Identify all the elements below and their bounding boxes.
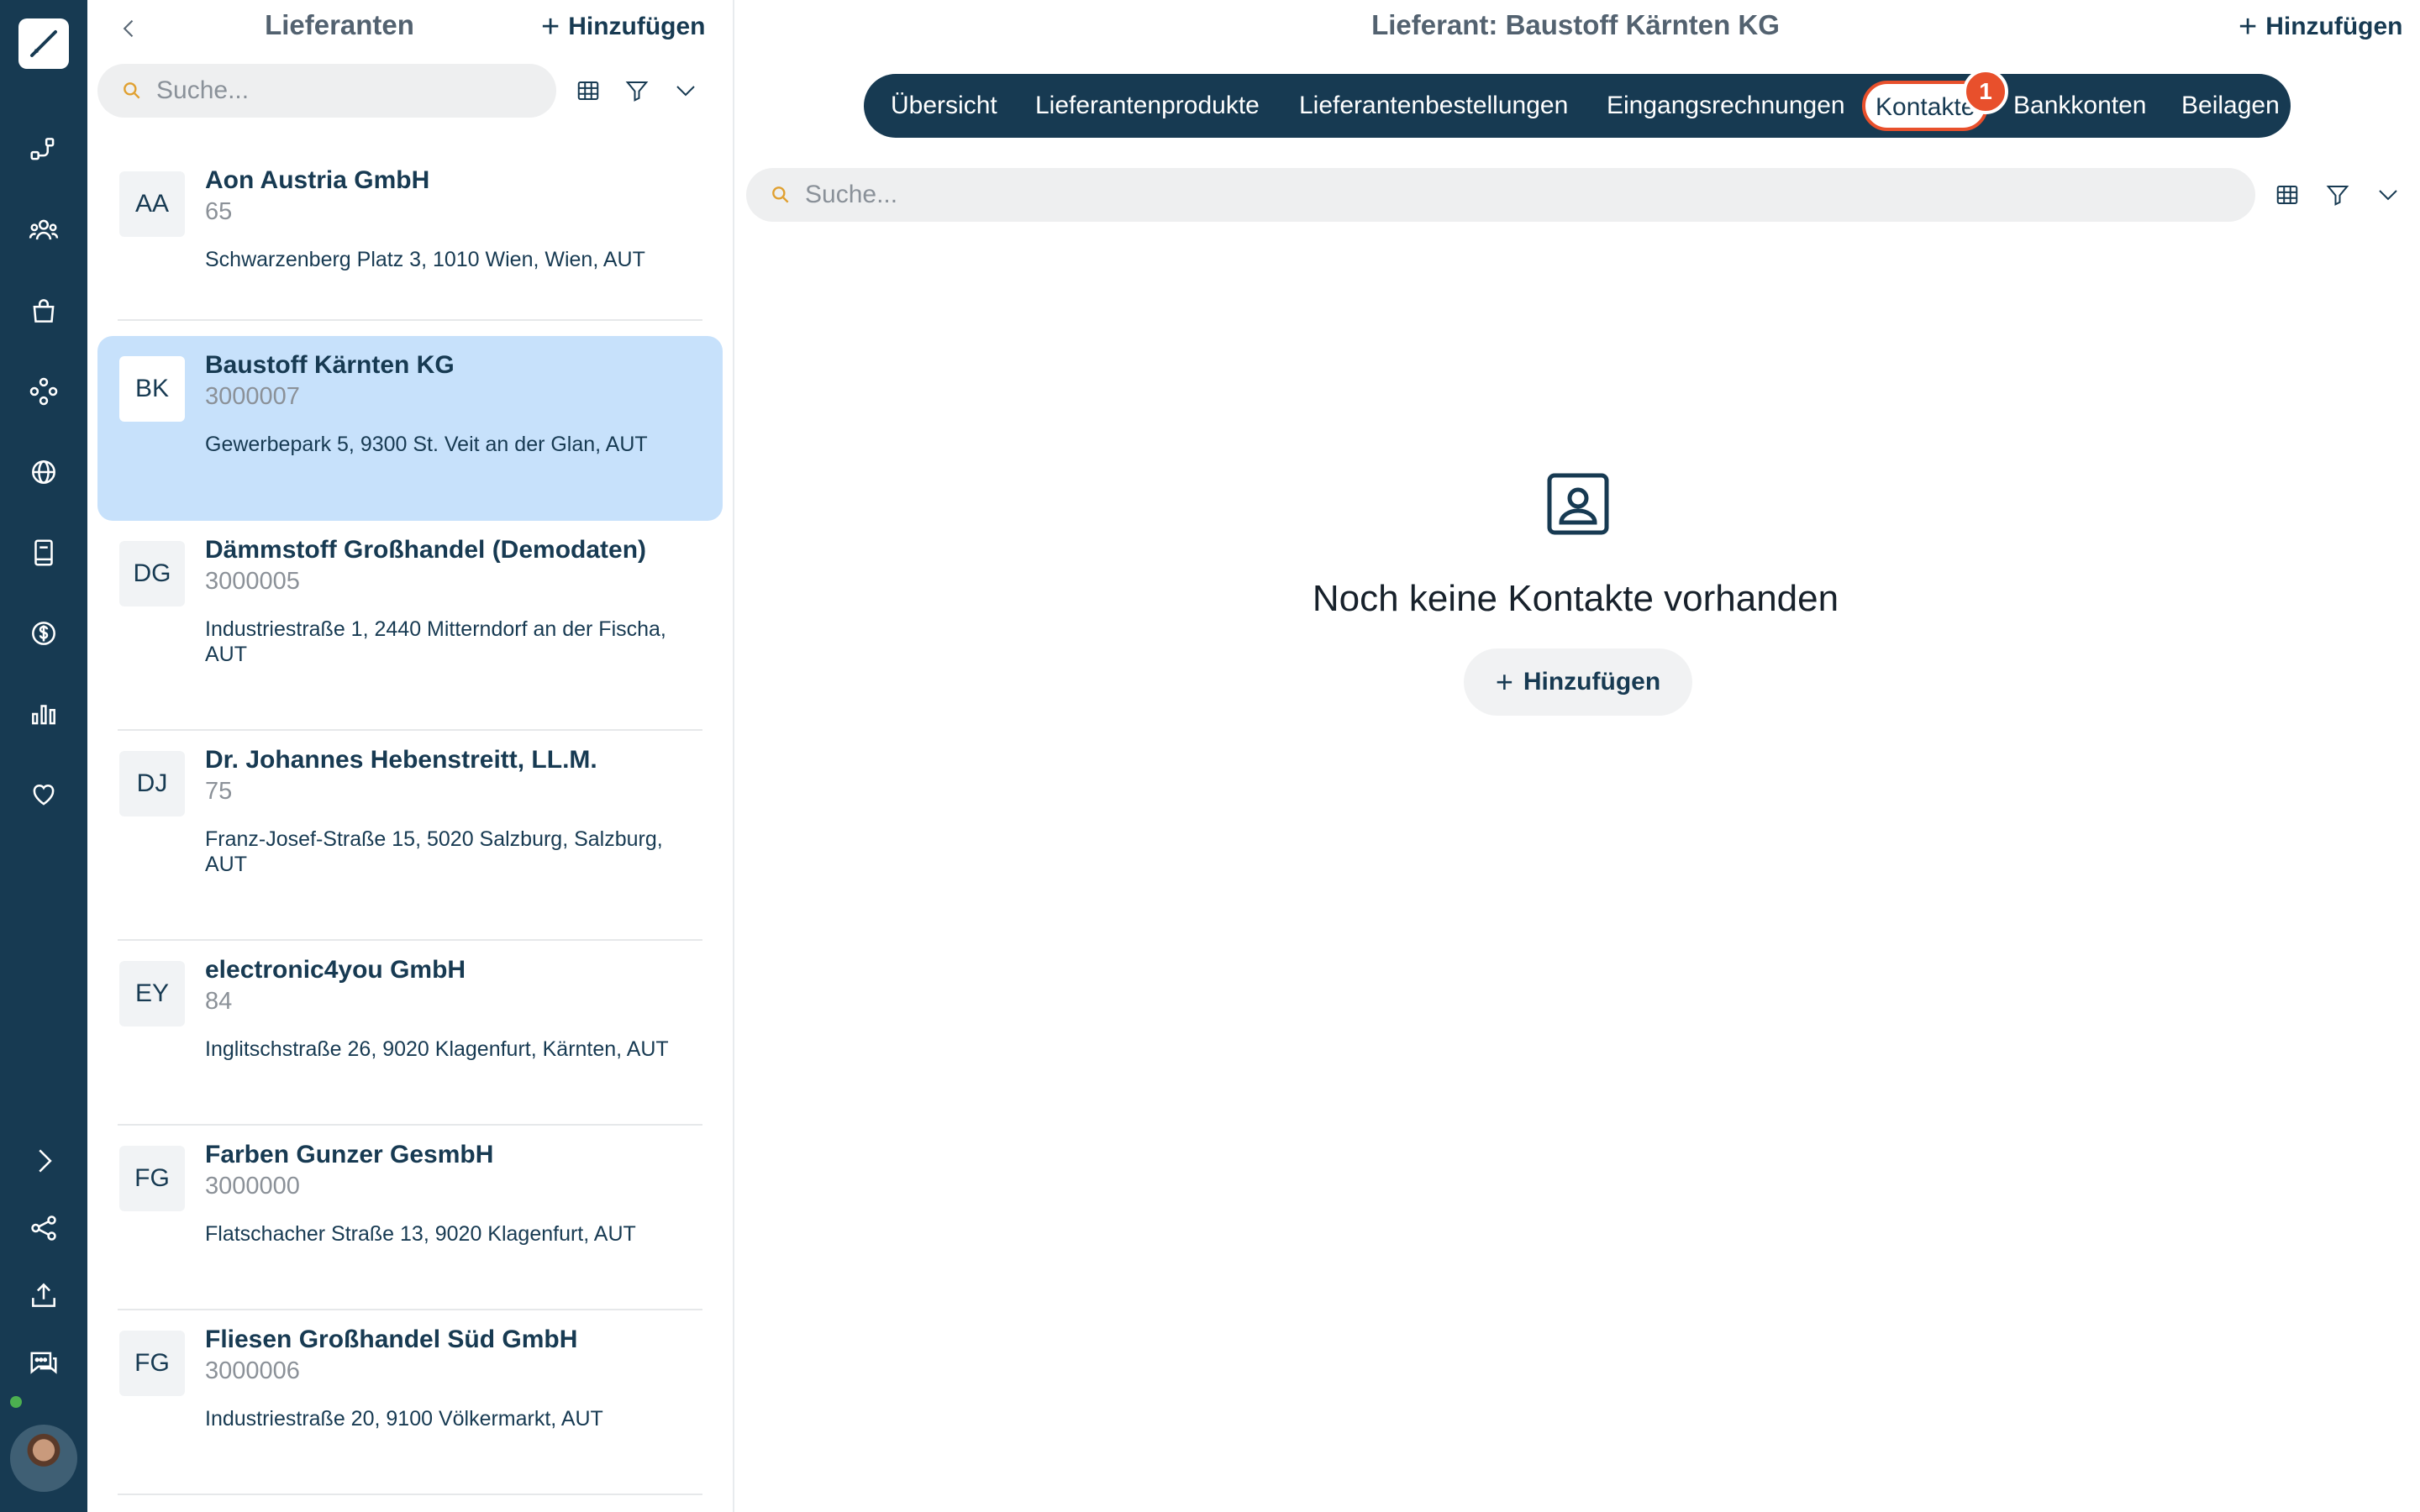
- list-title: Lieferanten: [265, 9, 414, 40]
- supplier-initials: FG: [119, 1146, 185, 1211]
- chat-icon[interactable]: [22, 1341, 66, 1384]
- chevron-down-icon[interactable]: [667, 72, 704, 109]
- supplier-name: Dämmstoff Großhandel (Demodaten): [205, 536, 647, 564]
- tab-eingangsrechnungen[interactable]: Eingangsrechnungen: [1607, 74, 1845, 138]
- supplier-address: Industriestraße 20, 9100 Völkermarkt, AU…: [205, 1407, 603, 1431]
- add-contact-button[interactable]: + Hinzufügen: [1464, 648, 1692, 716]
- supplier-initials: DG: [119, 541, 185, 606]
- share-icon[interactable]: [22, 1206, 66, 1250]
- supplier-list-item[interactable]: FG Farben Gunzer GesmbH 3000000 Flatscha…: [97, 1126, 723, 1310]
- logo-icon[interactable]: [18, 18, 69, 69]
- supplier-address: Flatschacher Straße 13, 9020 Klagenfurt,…: [205, 1222, 636, 1246]
- tab-uebersicht[interactable]: Übersicht: [891, 74, 997, 138]
- add-detail-button[interactable]: + Hinzufügen: [2238, 10, 2403, 44]
- users-icon[interactable]: [22, 208, 66, 252]
- globe-icon[interactable]: [22, 450, 66, 494]
- list-search-input[interactable]: Suche...: [97, 64, 556, 118]
- supplier-number: 3000005: [205, 568, 300, 595]
- user-avatar[interactable]: [10, 1425, 77, 1492]
- supplier-list-item[interactable]: DG Dämmstoff Großhandel (Demodaten) 3000…: [97, 521, 723, 706]
- supplier-initials: AA: [119, 171, 185, 237]
- book-icon[interactable]: [22, 531, 66, 575]
- supplier-number: 3000006: [205, 1357, 300, 1384]
- supplier-name: Fliesen Großhandel Süd GmbH: [205, 1326, 578, 1353]
- network-icon[interactable]: [22, 370, 66, 413]
- list-divider: [118, 1494, 702, 1495]
- tab-lieferantenprodukte[interactable]: Lieferantenprodukte: [1035, 74, 1260, 138]
- detail-search-input[interactable]: Suche...: [746, 168, 2255, 222]
- search-icon: [124, 82, 140, 99]
- empty-state-message: Noch keine Kontakte vorhanden: [1312, 578, 1839, 619]
- supplier-number: 3000007: [205, 383, 300, 410]
- supplier-number: 75: [205, 778, 233, 805]
- dollar-icon[interactable]: [22, 612, 66, 655]
- supplier-list-item[interactable]: DJ Dr. Johannes Hebenstreitt, LL.M. 75 F…: [97, 731, 723, 916]
- supplier-list-item[interactable]: AA Aon Austria GmbH 65 Schwarzenberg Pla…: [97, 151, 723, 336]
- supplier-name: Baustoff Kärnten KG: [205, 351, 455, 379]
- supplier-initials: DJ: [119, 751, 185, 816]
- detail-title: Lieferant: Baustoff Kärnten KG: [1371, 9, 1780, 40]
- supplier-address: Franz-Josef-Straße 15, 5020 Salzburg, Sa…: [205, 827, 663, 876]
- workflow-icon[interactable]: [22, 128, 66, 171]
- filter-icon[interactable]: [2319, 176, 2356, 213]
- supplier-number: 84: [205, 988, 233, 1015]
- plus-icon: +: [1495, 664, 1513, 699]
- search-icon: [772, 186, 789, 203]
- supplier-initials: EY: [119, 961, 185, 1026]
- supplier-name: electronic4you GmbH: [205, 956, 466, 984]
- supplier-list-item[interactable]: EY electronic4you GmbH 84 Inglitschstraß…: [97, 941, 723, 1126]
- plus-icon: +: [541, 9, 560, 45]
- filter-icon[interactable]: [618, 72, 655, 109]
- supplier-number: 3000000: [205, 1173, 300, 1200]
- supplier-address: Schwarzenberg Platz 3, 1010 Wien, Wien, …: [205, 248, 645, 271]
- add-supplier-button[interactable]: + Hinzufügen: [541, 10, 706, 44]
- tab-beilagen[interactable]: Beilagen: [2181, 74, 2280, 138]
- shopping-bag-icon[interactable]: [22, 289, 66, 333]
- supplier-name: Farben Gunzer GesmbH: [205, 1141, 494, 1168]
- supplier-address: Industriestraße 1, 2440 Mitterndorf an d…: [205, 617, 666, 666]
- upload-icon[interactable]: [22, 1273, 66, 1317]
- supplier-list-item[interactable]: FG Fliesen Großhandel Süd GmbH 3000006 I…: [97, 1310, 723, 1495]
- supplier-address: Gewerbepark 5, 9300 St. Veit an der Glan…: [205, 433, 648, 456]
- tab-bankkonten[interactable]: Bankkonten: [2013, 74, 2146, 138]
- chevron-right-icon[interactable]: [22, 1139, 66, 1183]
- table-view-icon[interactable]: [570, 72, 607, 109]
- tab-lieferantenbestellungen[interactable]: Lieferantenbestellungen: [1299, 74, 1568, 138]
- supplier-initials: FG: [119, 1331, 185, 1396]
- supplier-number: 65: [205, 198, 233, 225]
- step-badge: 1: [1963, 69, 2008, 114]
- supplier-initials: BK: [119, 356, 185, 422]
- heart-icon[interactable]: [22, 773, 66, 816]
- table-view-icon[interactable]: [2269, 176, 2306, 213]
- supplier-address: Inglitschstraße 26, 9020 Klagenfurt, Kär…: [205, 1037, 669, 1061]
- app-sidebar: [0, 0, 87, 1512]
- chevron-down-icon[interactable]: [2370, 176, 2407, 213]
- detail-tabs: Übersicht Lieferantenprodukte Lieferante…: [864, 74, 2291, 138]
- bar-chart-icon[interactable]: [22, 692, 66, 736]
- supplier-name: Dr. Johannes Hebenstreitt, LL.M.: [205, 746, 597, 774]
- list-divider: [118, 319, 702, 321]
- online-status-indicator: [8, 1394, 24, 1410]
- supplier-list-item-selected[interactable]: BK Baustoff Kärnten KG 3000007 Gewerbepa…: [97, 336, 723, 521]
- plus-icon: +: [2238, 9, 2258, 45]
- supplier-name: Aon Austria GmbH: [205, 166, 430, 194]
- contact-card-icon: [1544, 470, 1612, 538]
